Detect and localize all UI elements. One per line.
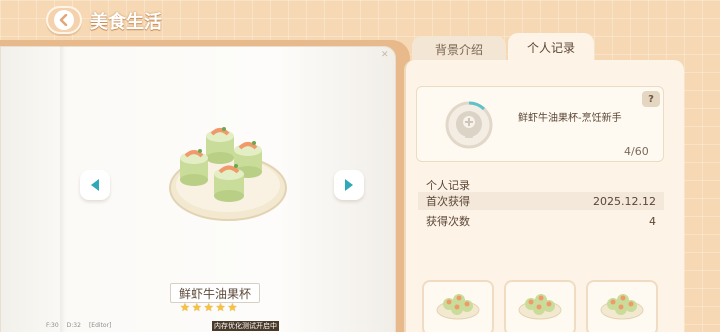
medal-icon — [444, 100, 494, 150]
memory-notice: 内存优化测试开启中 — [212, 321, 279, 331]
star-icon: ★ — [227, 301, 238, 314]
dish-thumbnail-image — [518, 294, 562, 320]
record-row-first-obtained: 首次获得 2025.12.12 — [418, 192, 664, 210]
achievement-progress: 4/60 — [624, 145, 649, 158]
dish-name-label: 鲜虾牛油果杯 — [170, 283, 260, 303]
next-dish-button[interactable] — [334, 170, 364, 200]
achievement-title: 鲜虾牛油果杯-烹饪新手 — [518, 113, 622, 124]
debug-fps: F:30 — [46, 322, 59, 329]
arrow-left-icon — [91, 179, 99, 191]
record-label: 首次获得 — [426, 195, 470, 208]
record-value: 2025.12.12 — [593, 194, 656, 208]
star-icon: ★ — [215, 301, 226, 314]
back-button[interactable] — [46, 6, 82, 34]
arrow-right-icon — [345, 179, 353, 191]
dish-thumbnail-image — [600, 294, 644, 320]
star-icon: ★ — [191, 301, 202, 314]
tab-background-intro[interactable]: 背景介绍 — [412, 36, 506, 62]
top-bar: 美食生活 — [0, 0, 720, 44]
debug-mode: [Editor] — [88, 322, 112, 329]
page-corner-close-icon: ✕ — [381, 50, 389, 60]
debug-info: F:30 D:32 [Editor] — [46, 322, 111, 329]
dish-thumbnail-image — [436, 294, 480, 320]
dish-thumbnail[interactable] — [586, 280, 658, 332]
dish-thumbnail[interactable] — [504, 280, 576, 332]
tab-personal-record[interactable]: 个人记录 — [508, 33, 594, 61]
record-section-title: 个人记录 — [426, 179, 470, 192]
record-value: 4 — [649, 214, 656, 228]
dish-thumbnail[interactable] — [422, 280, 494, 332]
star-icon: ★ — [180, 301, 190, 314]
record-row-times-obtained: 获得次数 4 — [418, 212, 664, 230]
chevron-left-icon — [54, 10, 74, 30]
previous-dish-button[interactable] — [80, 170, 110, 200]
help-button[interactable]: ? — [642, 91, 660, 107]
page-fold — [60, 46, 66, 332]
star-icon: ★ — [203, 301, 214, 314]
page-title: 美食生活 — [90, 12, 162, 33]
star-rating: ★ ★ ★ ★ ★ — [180, 302, 237, 314]
shrimp-avocado-cup-image — [166, 118, 290, 222]
record-label: 获得次数 — [426, 215, 470, 228]
debug-draw: D:32 — [66, 322, 81, 329]
